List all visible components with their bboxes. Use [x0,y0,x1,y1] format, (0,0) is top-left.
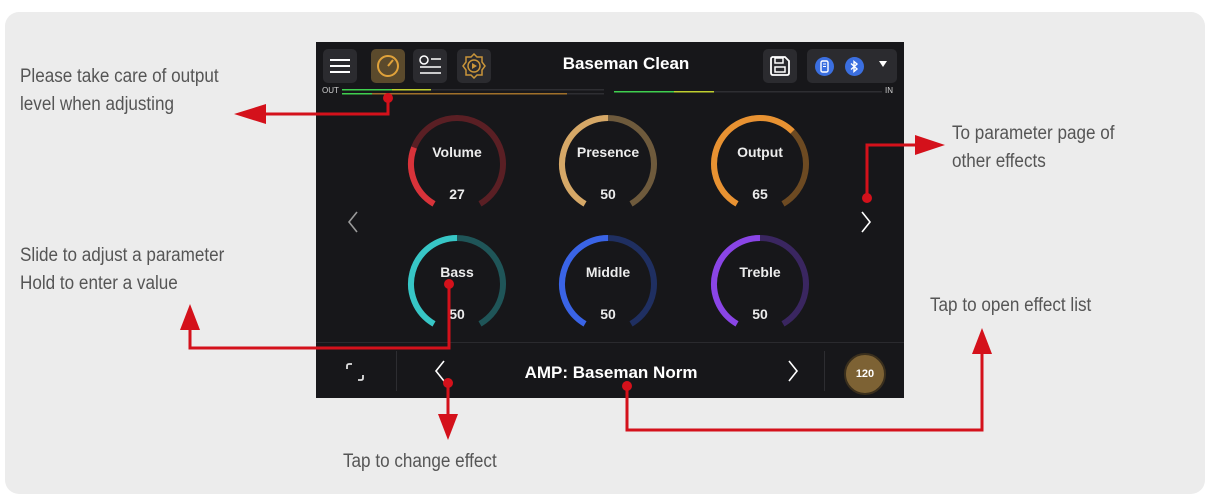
chevron-down-icon [879,61,887,67]
knob-volume[interactable]: Volume 27 [405,112,515,222]
annotation-slide-adjust: Slide to adjust a parameter Hold to ente… [20,242,224,298]
knob-value: 50 [752,306,768,322]
knob-output[interactable]: Output 65 [708,112,818,222]
annotation-line: Please take care of output [20,66,219,87]
knob-ring [408,115,506,207]
save-button[interactable] [763,49,797,83]
annotation-line: Tap to change effect [343,451,497,472]
divider [396,351,397,391]
list-view-button[interactable] [413,49,447,83]
next-effect-button[interactable] [786,359,800,383]
knob-view-button[interactable] [371,49,405,83]
next-page-button[interactable] [859,210,873,234]
expand-icon[interactable] [344,361,366,383]
knob-ring [408,235,506,327]
annotation-param-page: To parameter page of other effects [952,120,1115,176]
menu-icon [330,59,350,73]
knob-value: 50 [600,306,616,322]
knob-ring [559,115,657,207]
knob-label: Treble [739,264,781,280]
bottom-bar: AMP: Baseman Norm 120 [316,342,904,398]
knob-label: Volume [432,144,482,160]
top-bar: Baseman Clean [316,42,904,88]
level-meter [342,89,882,95]
connection-dropdown[interactable] [807,49,897,83]
knob-label: Bass [440,264,474,280]
knob-ring [711,115,809,207]
knob-label: Output [737,144,783,160]
bluetooth-icon [845,57,864,76]
list-icon [419,55,441,74]
knob-value: 50 [449,306,465,322]
preset-title[interactable]: Baseman Clean [516,54,736,74]
play-button[interactable] [457,49,491,83]
knob-label: Middle [585,264,631,280]
knob-value: 65 [752,186,768,202]
annotation-change-effect: Tap to change effect [343,448,497,476]
knob-icon [377,55,399,77]
prev-page-button[interactable] [346,210,360,234]
knob-middle[interactable]: Middle 50 [556,232,666,342]
knob-label: Presence [576,144,640,160]
knob-ring [559,235,657,327]
annotation-output-level: Please take care of output level when ad… [20,63,219,119]
annotation-line: other effects [952,151,1046,172]
play-icon [462,53,486,79]
knob-presence[interactable]: Presence 50 [556,112,666,222]
divider [824,351,825,391]
annotation-line: To parameter page of [952,123,1115,144]
knob-treble[interactable]: Treble 50 [708,232,818,342]
annotation-line: Slide to adjust a parameter [20,245,225,266]
annotation-line: Tap to open effect list [930,295,1092,316]
knob-value: 50 [600,186,616,202]
knob-bass[interactable]: Bass 50 [405,232,515,342]
tempo-button[interactable]: 120 [844,353,886,395]
annotation-line: Hold to enter a value [20,273,178,294]
menu-button[interactable] [323,49,357,83]
phone-icon [815,57,834,76]
annotation-open-list: Tap to open effect list [930,292,1091,320]
knob-ring [711,235,809,327]
save-icon [770,56,790,76]
effect-name[interactable]: AMP: Baseman Norm [466,363,756,383]
device-screen: Baseman Clean OUT IN Volume 27 Presence … [316,42,904,398]
knob-value: 27 [449,186,465,202]
annotation-line: level when adjusting [20,94,175,115]
prev-effect-button[interactable] [433,359,447,383]
